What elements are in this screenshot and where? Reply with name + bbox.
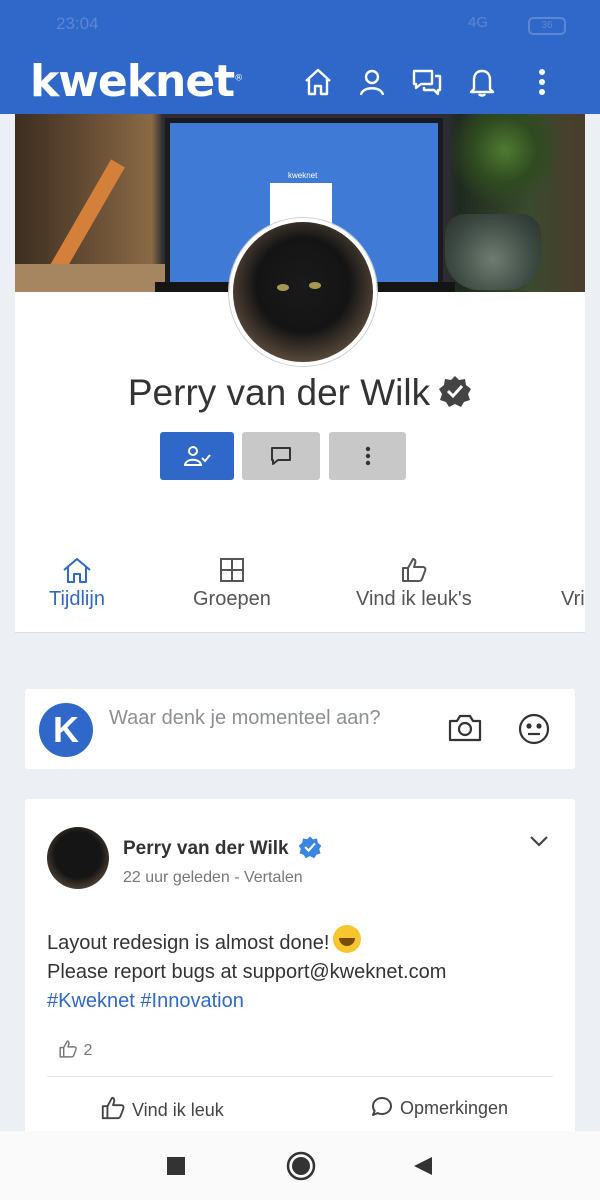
post-body: Layout redesign is almost done! Please r… xyxy=(47,925,446,1016)
camera-icon[interactable] xyxy=(447,713,483,748)
status-bar: 23:04 4G 36 xyxy=(0,0,600,48)
bell-nav-icon[interactable] xyxy=(466,66,498,98)
like-button[interactable]: Vind ik leuk xyxy=(100,1095,224,1121)
composer-input[interactable]: Waar denk je momenteel aan? xyxy=(109,707,381,730)
tab-label-tijdlijn: Tijdlijn xyxy=(49,588,105,610)
shelf-decor xyxy=(15,264,165,292)
post-time: 22 uur geleden xyxy=(123,869,230,886)
chevron-down-icon[interactable] xyxy=(527,829,551,858)
registered-mark: ® xyxy=(234,73,243,84)
battery-icon: 36 xyxy=(528,17,566,35)
status-time: 23:04 xyxy=(56,14,99,33)
likes-count: 2 xyxy=(83,1042,93,1059)
profile-avatar[interactable] xyxy=(229,218,377,366)
post-meta: 22 uur geleden - Vertalen xyxy=(123,869,303,887)
comment-button[interactable]: Opmerkingen xyxy=(370,1095,508,1119)
plant-decor xyxy=(445,114,565,204)
more-vertical-icon[interactable] xyxy=(526,66,558,98)
comment-icon xyxy=(372,1097,392,1116)
avatar-eye-right xyxy=(309,282,321,289)
like-label: Vind ik leuk xyxy=(132,1100,224,1120)
tab-groepen[interactable]: Groepen xyxy=(193,556,271,611)
logo-text: kweknet xyxy=(30,56,235,107)
thumbs-up-icon xyxy=(401,558,427,582)
emoji-icon[interactable] xyxy=(518,713,550,750)
home-nav-icon[interactable] xyxy=(302,66,334,98)
kweknet-logo[interactable]: kweknet® xyxy=(30,56,243,107)
tab-vrienden[interactable]: Vri xyxy=(561,556,585,611)
profile-tabs: Tijdlijn Groepen Vind ik leuk's Vri xyxy=(15,536,585,633)
verified-badge-small-icon xyxy=(294,836,322,859)
post-card: Perry van der Wilk 22 uur geleden - Vert… xyxy=(25,799,575,1139)
avatar-eye-left xyxy=(277,284,289,291)
translate-link[interactable]: Vertalen xyxy=(244,869,303,886)
message-button[interactable] xyxy=(242,432,320,480)
tab-label-vrienden: Vri xyxy=(561,588,585,610)
tab-label-groepen: Groepen xyxy=(193,588,271,610)
recents-square-icon[interactable] xyxy=(166,1156,186,1181)
android-nav-bar xyxy=(0,1131,600,1200)
post-author[interactable]: Perry van der Wilk xyxy=(123,835,322,860)
post-author-avatar[interactable] xyxy=(47,827,109,889)
jar-decor xyxy=(445,214,541,290)
network-indicator: 4G xyxy=(468,14,489,31)
post-divider xyxy=(47,1076,553,1077)
hashtag-innovation[interactable]: #Innovation xyxy=(140,990,243,1012)
like-icon xyxy=(101,1096,125,1120)
post-line-2: Please report bugs at support@kweknet.co… xyxy=(47,961,447,983)
back-triangle-icon[interactable] xyxy=(412,1155,434,1182)
profile-nav-icon[interactable] xyxy=(356,66,388,98)
profile-name: Perry van der Wilk xyxy=(0,372,600,417)
messages-nav-icon[interactable] xyxy=(411,66,443,98)
tab-label-vind-ik-leuks: Vind ik leuk's xyxy=(356,588,472,610)
mini-brand-text: kweknet xyxy=(288,171,318,180)
tab-tijdlijn[interactable]: Tijdlijn xyxy=(49,556,105,611)
more-options-button[interactable] xyxy=(329,432,406,480)
top-app-bar: kweknet® xyxy=(0,48,600,114)
friends-button[interactable] xyxy=(160,432,234,480)
comment-label: Opmerkingen xyxy=(400,1098,509,1118)
verified-badge-icon xyxy=(438,374,472,417)
grid-icon xyxy=(219,558,244,582)
hashtag-kweknet[interactable]: #Kweknet xyxy=(47,990,135,1012)
post-author-name: Perry van der Wilk xyxy=(123,838,289,859)
profile-name-text: Perry van der Wilk xyxy=(127,372,431,413)
tab-vind-ik-leuks[interactable]: Vind ik leuk's xyxy=(356,556,472,611)
home-circle-icon[interactable] xyxy=(286,1151,316,1186)
grinning-emoji-icon xyxy=(333,925,362,953)
friends-icon xyxy=(561,556,585,584)
post-composer[interactable]: K Waar denk je momenteel aan? xyxy=(25,689,575,769)
likes-summary[interactable]: 2 xyxy=(57,1039,92,1060)
home-icon xyxy=(63,558,91,583)
thumbs-up-small-icon xyxy=(59,1040,77,1058)
post-meta-separator: - xyxy=(229,869,244,886)
composer-avatar: K xyxy=(39,703,93,757)
post-line-1: Layout redesign is almost done! xyxy=(47,932,330,954)
